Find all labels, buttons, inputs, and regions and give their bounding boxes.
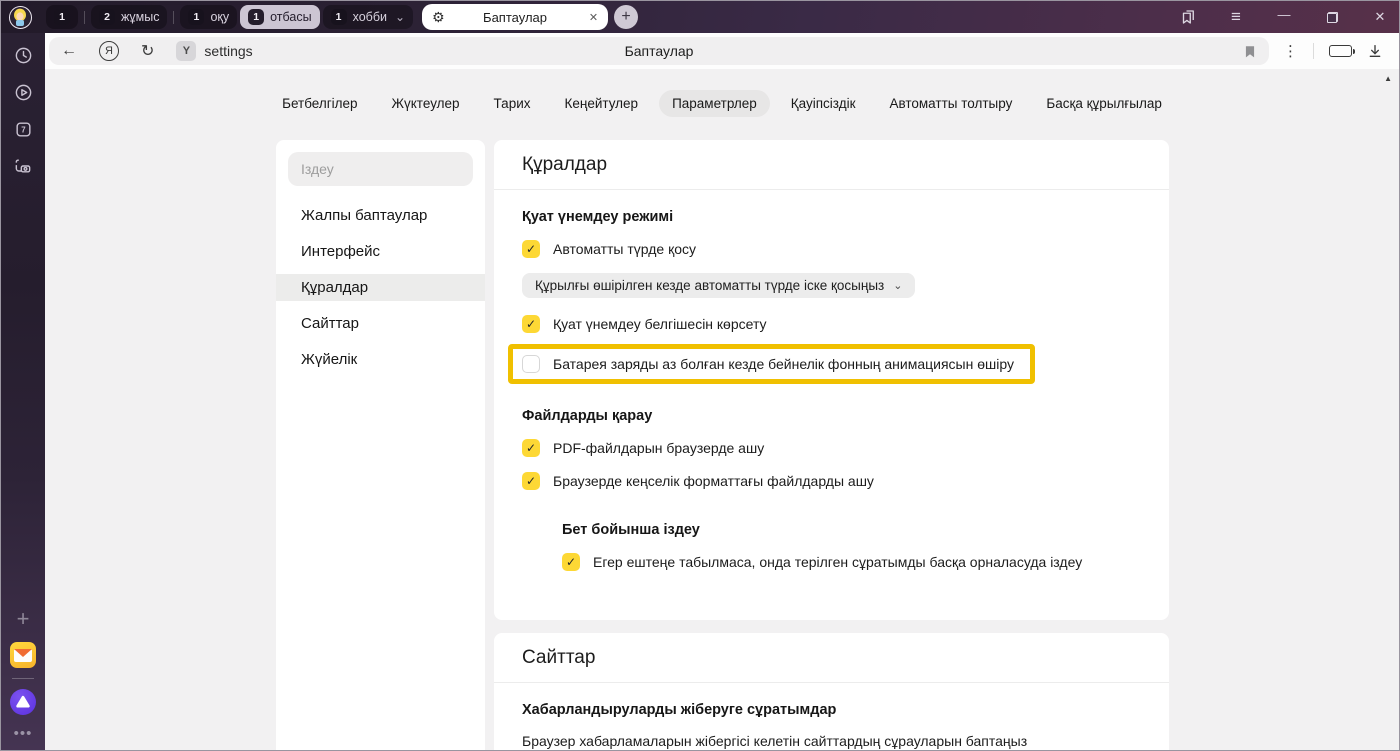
nav-history[interactable]: Тарих <box>481 90 544 117</box>
checkbox-checked-icon[interactable]: ✓ <box>522 240 540 258</box>
side-rail: 7 + ••• <box>1 33 45 750</box>
nav-extensions[interactable]: Кеңейтулер <box>552 90 652 117</box>
tab-group-1[interactable]: 1 <box>46 5 78 29</box>
sidebar-item-tools[interactable]: Құралдар <box>276 274 485 301</box>
tab-group-count: 1 <box>188 9 204 25</box>
sidebar-item-interface[interactable]: Интерфейс <box>276 238 485 265</box>
sites-card: Сайттар Хабарландыруларды жіберуге сұрат… <box>494 633 1169 750</box>
nav-autofill[interactable]: Автоматты толтыру <box>876 90 1025 117</box>
sites-card-title: Сайттар <box>494 633 1169 682</box>
tools-card-title: Құралдар <box>494 140 1169 189</box>
sidebar-item-sites[interactable]: Сайттар <box>276 310 485 337</box>
bookmark-icon[interactable] <box>1243 44 1257 59</box>
group-separator <box>173 11 174 24</box>
bookmarks-panel-icon[interactable] <box>1179 8 1197 26</box>
tab-count-icon[interactable]: 7 <box>11 117 35 141</box>
tab-group-hobby[interactable]: 1 хобби ⌄ <box>323 5 413 29</box>
tab-close-icon[interactable]: ✕ <box>589 11 598 24</box>
add-panel-icon[interactable]: + <box>17 608 30 630</box>
checkbox-row-auto-on[interactable]: ✓ Автоматты түрде қосу <box>522 240 1141 258</box>
scroll-up-icon[interactable]: ▲ <box>1384 74 1392 83</box>
tab-groups: 1 2 жұмыс 1 оқу 1 отбасы 1 хобби ⌄ <box>46 5 413 29</box>
browser-toolbar: ← Я ↻ Y settings Баптаулар ⋮ <box>45 33 1399 69</box>
checkbox-row-show-icon[interactable]: ✓ Қуат үнемдеу белгішесін көрсету <box>522 315 1141 333</box>
battery-saver-icon[interactable] <box>1329 45 1352 57</box>
tab-group-count: 1 <box>54 9 70 25</box>
checkbox-checked-icon[interactable]: ✓ <box>522 315 540 333</box>
tab-title: Баптаулар <box>422 10 608 25</box>
close-window-button[interactable]: ✕ <box>1371 8 1389 26</box>
back-icon[interactable]: ← <box>61 42 77 60</box>
page-favicon: Y <box>176 41 196 61</box>
sidebar-item-system[interactable]: Жүйелік <box>276 346 485 373</box>
checkbox-row-pdf[interactable]: ✓ PDF-файлдарын браузерде ашу <box>522 439 1141 457</box>
extensions-menu-icon[interactable]: ⋮ <box>1283 42 1298 60</box>
files-section-title: Файлдарды қарау <box>522 408 1141 424</box>
settings-sidebar: Жалпы баптаулар Интерфейс Құралдар Сайтт… <box>276 140 485 750</box>
settings-nav: Бетбелгілер Жүктеулер Тарих Кеңейтулер П… <box>45 69 1399 117</box>
checkbox-checked-icon[interactable]: ✓ <box>522 472 540 490</box>
notifications-description: Браузер хабарламаларын жібергісі келетін… <box>522 733 1141 749</box>
restore-icon <box>1327 12 1338 23</box>
tab-group-count: 2 <box>99 9 115 25</box>
toolbar-divider <box>1313 43 1314 59</box>
browser-window: 1 2 жұмыс 1 оқу 1 отбасы 1 хобби ⌄ <box>0 0 1400 751</box>
address-bar[interactable]: ← Я ↻ Y settings Баптаулар <box>49 37 1269 65</box>
search-input[interactable] <box>288 152 473 186</box>
sidebar-item-general[interactable]: Жалпы баптаулар <box>276 202 485 229</box>
nav-bookmarks[interactable]: Бетбелгілер <box>269 90 370 117</box>
yandex-home-icon[interactable]: Я <box>99 41 119 61</box>
rail-divider <box>12 678 34 679</box>
screenshot-icon[interactable] <box>11 154 35 178</box>
tab-group-label: жұмыс <box>121 10 159 24</box>
new-tab-button[interactable]: + <box>614 5 638 29</box>
tab-settings[interactable]: ⚙ Баптаулар ✕ <box>422 4 608 30</box>
avatar-image <box>10 7 30 27</box>
menu-icon[interactable]: ≡ <box>1227 8 1245 26</box>
power-saving-section-title: Қуат үнемдеу режимі <box>522 209 1141 225</box>
group-separator <box>84 11 85 24</box>
toolbar-right: ⋮ <box>1269 42 1399 60</box>
notifications-section-title: Хабарландыруларды жіберуге сұратымдар <box>522 702 1141 718</box>
tab-bar: 1 2 жұмыс 1 оқу 1 отбасы 1 хобби ⌄ <box>1 1 1399 33</box>
tab-group-label: оқу <box>210 10 229 24</box>
page-search-section-title: Бет бойынша іздеу <box>562 522 1141 538</box>
window-controls: ≡ — ✕ <box>1179 8 1389 26</box>
tab-group-label: хобби <box>353 10 387 24</box>
power-mode-dropdown[interactable]: Құрылғы өшірілген кезде автоматты түрде … <box>522 273 915 298</box>
tab-group-label: отбасы <box>270 10 311 24</box>
tab-group-study[interactable]: 1 оқу <box>180 5 237 29</box>
tab-group-family[interactable]: 1 отбасы <box>240 5 319 29</box>
checkbox-checked-icon[interactable]: ✓ <box>522 439 540 457</box>
nav-security[interactable]: Қауіпсіздік <box>778 90 869 117</box>
tools-card: Құралдар Қуат үнемдеу режимі ✓ Автоматты… <box>494 140 1169 620</box>
more-options-icon[interactable]: ••• <box>14 725 33 742</box>
checkbox-checked-icon[interactable]: ✓ <box>562 553 580 571</box>
svg-text:7: 7 <box>21 125 26 134</box>
video-icon[interactable] <box>11 80 35 104</box>
nav-settings[interactable]: Параметрлер <box>659 90 770 117</box>
refresh-icon[interactable]: ↻ <box>141 41 154 61</box>
settings-page: ▲ Бетбелгілер Жүктеулер Тарих Кеңейтулер… <box>45 69 1399 750</box>
checkbox-unchecked-icon[interactable] <box>522 355 540 373</box>
chevron-down-icon: ⌄ <box>395 13 405 21</box>
checkbox-row-search-fallback[interactable]: ✓ Егер ештеңе табылмаса, онда терілген с… <box>562 553 1141 571</box>
tab-group-count: 1 <box>248 9 264 25</box>
url-text[interactable]: settings <box>204 43 252 59</box>
highlighted-checkbox-row-battery-animation[interactable]: Батарея заряды аз болған кезде бейнелік … <box>508 344 1035 384</box>
restore-button[interactable] <box>1323 8 1341 26</box>
tab-group-count: 1 <box>331 9 347 25</box>
nav-other-devices[interactable]: Басқа құрылғылар <box>1033 90 1175 117</box>
tab-group-work[interactable]: 2 жұмыс <box>91 5 167 29</box>
alice-assistant-icon[interactable] <box>10 689 36 715</box>
chevron-down-icon: ⌄ <box>893 283 902 289</box>
nav-downloads[interactable]: Жүктеулер <box>379 90 473 117</box>
minimize-button[interactable]: — <box>1275 5 1293 23</box>
profile-avatar[interactable] <box>9 6 32 29</box>
downloads-icon[interactable] <box>1367 43 1383 59</box>
mail-icon[interactable] <box>10 642 36 668</box>
checkbox-row-office[interactable]: ✓ Браузерде кеңселік форматтағы файлдард… <box>522 472 1141 490</box>
history-icon[interactable] <box>11 43 35 67</box>
